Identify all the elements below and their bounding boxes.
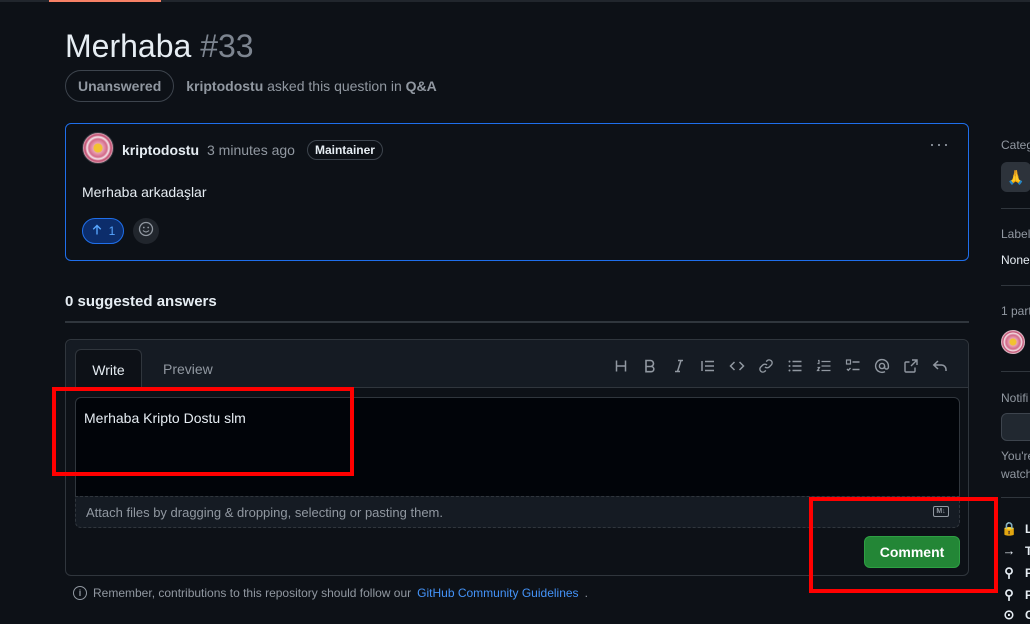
discussion-number: #33 xyxy=(200,28,254,64)
sidebar-action-label: P xyxy=(1025,566,1030,580)
subscribe-button[interactable] xyxy=(1001,413,1030,441)
quote-icon[interactable] xyxy=(693,356,722,376)
discussion-meta: Unanswered kriptodostu asked this questi… xyxy=(65,70,437,102)
bulleted-list-icon[interactable] xyxy=(780,356,809,376)
guidelines-link[interactable]: GitHub Community Guidelines xyxy=(417,586,578,600)
attach-hint: Attach files by dragging & dropping, sel… xyxy=(86,504,443,520)
pray-icon: 🙏 xyxy=(1007,168,1025,185)
tab-write[interactable]: Write xyxy=(75,349,142,389)
bold-icon[interactable] xyxy=(635,356,664,376)
comment-textarea[interactable] xyxy=(75,397,960,497)
task-list-icon[interactable] xyxy=(838,356,867,376)
composer-tabbar: Write Preview xyxy=(66,340,968,389)
arrow-right-icon: → xyxy=(1002,543,1016,558)
sidebar-action-lock[interactable]: 🔒 L xyxy=(1001,521,1030,537)
guideline-text: Remember, contributions to this reposito… xyxy=(93,586,412,600)
sidebar-divider xyxy=(1001,497,1030,498)
sidebar-action-pin-category[interactable]: ⚲ P xyxy=(1001,587,1030,603)
smiley-icon xyxy=(138,221,154,241)
post-author[interactable]: kriptodostu xyxy=(122,142,199,158)
post-body: Merhaba arkadaşlar xyxy=(82,184,207,200)
notif-text-1: You're xyxy=(1001,449,1030,463)
participant-avatar[interactable] xyxy=(1001,330,1025,354)
notif-text-2: watch xyxy=(1001,467,1030,481)
heading-icon[interactable] xyxy=(606,356,635,376)
reply-icon[interactable] xyxy=(925,356,954,376)
comment-composer: Write Preview Merhaba Kripto Dostu slm A… xyxy=(65,339,969,576)
markdown-icon[interactable]: M↓ xyxy=(933,506,949,517)
sidebar-action-pin[interactable]: ⚲ P xyxy=(1001,565,1030,581)
active-tab-indicator xyxy=(49,0,161,2)
italic-icon[interactable] xyxy=(664,356,693,376)
avatar[interactable] xyxy=(82,132,114,164)
add-reaction-button[interactable] xyxy=(133,218,159,244)
kebab-menu-icon[interactable]: ··· xyxy=(929,134,950,155)
category-link[interactable]: Q&A xyxy=(406,78,437,94)
pin-icon: ⚲ xyxy=(1004,565,1014,580)
markdown-toolbar xyxy=(606,356,954,376)
asked-text: asked this question in xyxy=(267,78,402,94)
mention-icon[interactable] xyxy=(867,356,896,376)
numbered-list-icon[interactable] xyxy=(809,356,838,376)
community-guidelines-note: i Remember, contributions to this reposi… xyxy=(73,586,588,600)
category-chip[interactable]: 🙏 xyxy=(1001,162,1030,192)
upvote-count: 1 xyxy=(108,224,116,238)
sidebar-participants-label: 1 part xyxy=(1001,304,1030,318)
sidebar-action-close[interactable]: ⊙ C xyxy=(1001,607,1030,623)
sidebar-labels-value: None xyxy=(1001,253,1030,267)
discussion-title: Merhaba #33 xyxy=(65,28,254,65)
status-badge: Unanswered xyxy=(65,70,175,102)
sidebar-labels-label: Label xyxy=(1001,227,1030,241)
tab-preview[interactable]: Preview xyxy=(163,361,213,377)
upvote-button[interactable]: 1 xyxy=(82,218,124,244)
attach-files-bar[interactable]: Attach files by dragging & dropping, sel… xyxy=(75,496,960,528)
post-time[interactable]: 3 minutes ago xyxy=(207,142,295,158)
sidebar-divider xyxy=(1001,208,1030,209)
asker-link[interactable]: kriptodostu xyxy=(186,78,263,94)
maintainer-badge: Maintainer xyxy=(306,140,383,160)
sidebar-category-label: Categ xyxy=(1001,138,1030,152)
comment-button[interactable]: Comment xyxy=(864,536,960,568)
answers-heading: 0 suggested answers xyxy=(65,293,217,310)
guideline-tail: . xyxy=(584,586,588,600)
sidebar-action-label: L xyxy=(1025,522,1030,536)
discussion-title-text: Merhaba xyxy=(65,28,192,64)
circle-icon: ⊙ xyxy=(1003,607,1015,622)
sidebar-action-transfer[interactable]: → T xyxy=(1001,543,1030,558)
code-icon[interactable] xyxy=(722,356,751,376)
arrow-up-icon xyxy=(91,224,103,239)
sidebar-divider xyxy=(1001,285,1030,286)
sidebar-action-label: C xyxy=(1025,608,1030,622)
info-icon: i xyxy=(73,586,87,600)
post-header: kriptodostu 3 minutes ago Maintainer xyxy=(122,140,383,160)
link-icon[interactable] xyxy=(751,356,780,376)
sidebar-notifications-label: Notifi xyxy=(1001,391,1029,405)
pin-icon: ⚲ xyxy=(1004,587,1014,602)
sidebar-divider xyxy=(1001,371,1030,372)
sidebar-action-label: P xyxy=(1025,588,1030,602)
sidebar-action-label: T xyxy=(1025,543,1030,558)
answers-divider xyxy=(65,321,969,323)
discussion-post: kriptodostu 3 minutes ago Maintainer ···… xyxy=(65,123,969,261)
asked-info: kriptodostu asked this question in Q&A xyxy=(186,78,437,94)
lock-icon: 🔒 xyxy=(1001,521,1018,536)
cross-reference-icon[interactable] xyxy=(896,356,925,376)
